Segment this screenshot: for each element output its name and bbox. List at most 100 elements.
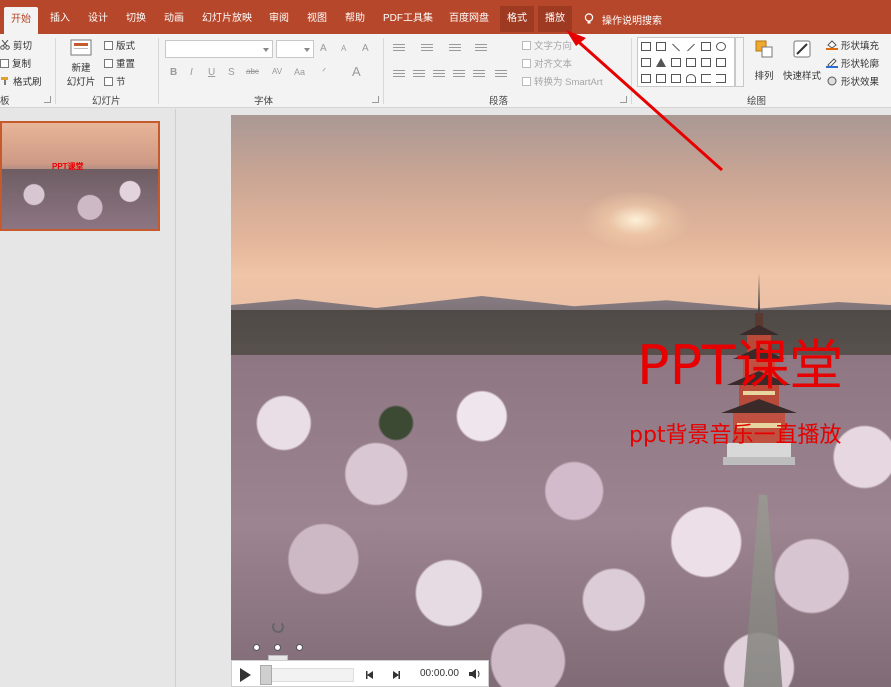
tab-baidu-netdisk[interactable]: 百度网盘 bbox=[442, 6, 496, 32]
rotate-handle-icon[interactable] bbox=[272, 621, 284, 633]
rectangle-shape-icon[interactable] bbox=[701, 42, 711, 51]
tell-me-search[interactable]: 操作说明搜索 bbox=[584, 6, 662, 32]
smartart-label: 转换为 SmartArt bbox=[534, 77, 603, 88]
quick-styles-icon bbox=[793, 40, 811, 58]
shapes-gallery-scroll[interactable] bbox=[735, 37, 744, 87]
italic-button[interactable]: I bbox=[190, 67, 193, 78]
skip-forward-icon[interactable] bbox=[390, 669, 402, 681]
format-painter-button[interactable]: 格式刷 bbox=[0, 74, 42, 88]
shrink-font-button[interactable]: A bbox=[341, 44, 346, 53]
rhombus-shape-icon[interactable] bbox=[656, 74, 666, 83]
elbow-connector-shape-icon[interactable] bbox=[671, 58, 681, 67]
textbox-vertical-shape-icon[interactable] bbox=[656, 42, 666, 51]
tab-animations[interactable]: 动画 bbox=[157, 6, 191, 32]
font-launcher-icon[interactable] bbox=[372, 96, 379, 103]
play-icon[interactable] bbox=[240, 668, 251, 682]
tab-insert[interactable]: 插入 bbox=[43, 6, 77, 32]
seek-knob[interactable] bbox=[260, 665, 272, 685]
justify-icon[interactable] bbox=[453, 70, 465, 80]
tab-help[interactable]: 帮助 bbox=[338, 6, 372, 32]
shapes-gallery[interactable] bbox=[637, 37, 735, 87]
smartart-button[interactable]: 转换为 SmartArt bbox=[522, 74, 603, 88]
distribute-icon[interactable] bbox=[473, 70, 485, 80]
align-right-icon[interactable] bbox=[433, 70, 445, 80]
section-button[interactable]: 节 bbox=[104, 74, 126, 88]
resize-handle[interactable] bbox=[274, 644, 281, 651]
highlight-button[interactable]: ᐟ bbox=[322, 67, 326, 78]
tab-review[interactable]: 审阅 bbox=[262, 6, 296, 32]
layout-button[interactable]: 版式 bbox=[104, 38, 135, 52]
curve-shape-icon[interactable] bbox=[671, 74, 681, 83]
tab-slideshow[interactable]: 幻灯片放映 bbox=[195, 6, 259, 32]
shape-fill-button[interactable]: 形状填充 bbox=[826, 38, 879, 52]
resize-handle[interactable] bbox=[253, 644, 260, 651]
line-shape-icon[interactable] bbox=[672, 43, 680, 52]
triangle-shape-icon[interactable] bbox=[656, 58, 666, 67]
copy-button[interactable]: 复制 bbox=[0, 56, 31, 70]
slide-subtitle[interactable]: ppt背景音乐一直播放 bbox=[629, 425, 842, 447]
shadow-button[interactable]: S bbox=[228, 67, 235, 78]
decrease-indent-icon[interactable] bbox=[449, 44, 461, 54]
rounded-rect-shape-icon[interactable] bbox=[641, 58, 651, 67]
tab-pdf-tools[interactable]: PDF工具集 bbox=[376, 6, 440, 32]
tab-design[interactable]: 设计 bbox=[81, 6, 115, 32]
underline-button[interactable]: U bbox=[208, 67, 215, 78]
text-direction-button[interactable]: 文字方向 bbox=[522, 38, 572, 52]
grow-font-button[interactable]: A bbox=[320, 43, 327, 54]
numbering-icon[interactable] bbox=[421, 44, 433, 54]
align-text-icon bbox=[522, 58, 531, 68]
increase-indent-icon[interactable] bbox=[475, 44, 487, 54]
align-left-icon[interactable] bbox=[393, 70, 405, 80]
right-arrow-shape-icon[interactable] bbox=[701, 58, 711, 67]
layout-label: 版式 bbox=[116, 41, 136, 52]
slide-thumbnail-pane: PPT课堂 bbox=[0, 109, 176, 687]
new-slide-button[interactable]: 新建 幻灯片 bbox=[64, 38, 98, 88]
clear-format-button[interactable]: A bbox=[362, 43, 369, 54]
quick-styles-button[interactable]: 快速样式 bbox=[782, 38, 822, 82]
skip-back-icon[interactable] bbox=[364, 669, 376, 681]
right-brace-shape-icon[interactable] bbox=[716, 74, 726, 83]
cut-button[interactable]: 剪切 bbox=[0, 38, 32, 52]
tab-home[interactable]: 开始 bbox=[4, 7, 38, 34]
paragraph-launcher-icon[interactable] bbox=[620, 96, 627, 103]
arrange-button[interactable]: 排列 bbox=[752, 38, 776, 82]
textbox-shape-icon[interactable] bbox=[641, 42, 651, 51]
char-spacing-button[interactable]: AV bbox=[272, 67, 282, 76]
bullets-icon[interactable] bbox=[393, 44, 405, 54]
shape-effects-button[interactable]: 形状效果 bbox=[826, 74, 879, 88]
reset-button[interactable]: 重置 bbox=[104, 56, 135, 70]
font-color-button[interactable]: A bbox=[352, 64, 361, 79]
resize-handle[interactable] bbox=[296, 644, 303, 651]
volume-icon[interactable] bbox=[468, 668, 482, 680]
tab-transitions[interactable]: 切换 bbox=[119, 6, 153, 32]
clipboard-launcher-icon[interactable] bbox=[44, 96, 51, 103]
arrange-label: 排列 bbox=[754, 71, 774, 82]
arrow-line-shape-icon[interactable] bbox=[687, 43, 695, 52]
oval-shape-icon[interactable] bbox=[716, 42, 726, 51]
freeform-shape-icon[interactable] bbox=[641, 74, 651, 83]
curved-connector-shape-icon[interactable] bbox=[686, 58, 696, 67]
columns-icon[interactable] bbox=[495, 70, 507, 80]
slide-title[interactable]: PPT课堂 bbox=[637, 339, 843, 393]
font-name-combo[interactable] bbox=[165, 40, 273, 58]
cut-label: 剪切 bbox=[13, 41, 33, 52]
drawing-group-label: 绘图 bbox=[747, 96, 767, 107]
slide-thumbnail-1[interactable]: PPT课堂 bbox=[0, 121, 160, 231]
strikethrough-button[interactable]: abc bbox=[246, 67, 259, 76]
arc-shape-icon[interactable] bbox=[686, 74, 696, 83]
seek-bar[interactable] bbox=[260, 668, 354, 682]
paragraph-group-label: 段落 bbox=[489, 96, 509, 107]
lightbulb-icon bbox=[584, 13, 594, 24]
align-text-button[interactable]: 对齐文本 bbox=[522, 56, 572, 70]
bold-button[interactable]: B bbox=[170, 67, 177, 78]
down-arrow-shape-icon[interactable] bbox=[716, 58, 726, 67]
tab-view[interactable]: 视图 bbox=[300, 6, 334, 32]
slide-canvas[interactable]: PPT课堂 ppt背景音乐一直播放 00:00.00 bbox=[231, 115, 891, 687]
change-case-button[interactable]: Aa bbox=[294, 67, 305, 77]
shape-outline-button[interactable]: 形状轮廓 bbox=[826, 56, 879, 70]
left-brace-shape-icon[interactable] bbox=[701, 74, 711, 83]
tab-format[interactable]: 格式 bbox=[500, 6, 534, 32]
align-center-icon[interactable] bbox=[413, 70, 425, 80]
font-size-combo[interactable] bbox=[276, 40, 314, 58]
tab-playback[interactable]: 播放 bbox=[538, 6, 572, 32]
